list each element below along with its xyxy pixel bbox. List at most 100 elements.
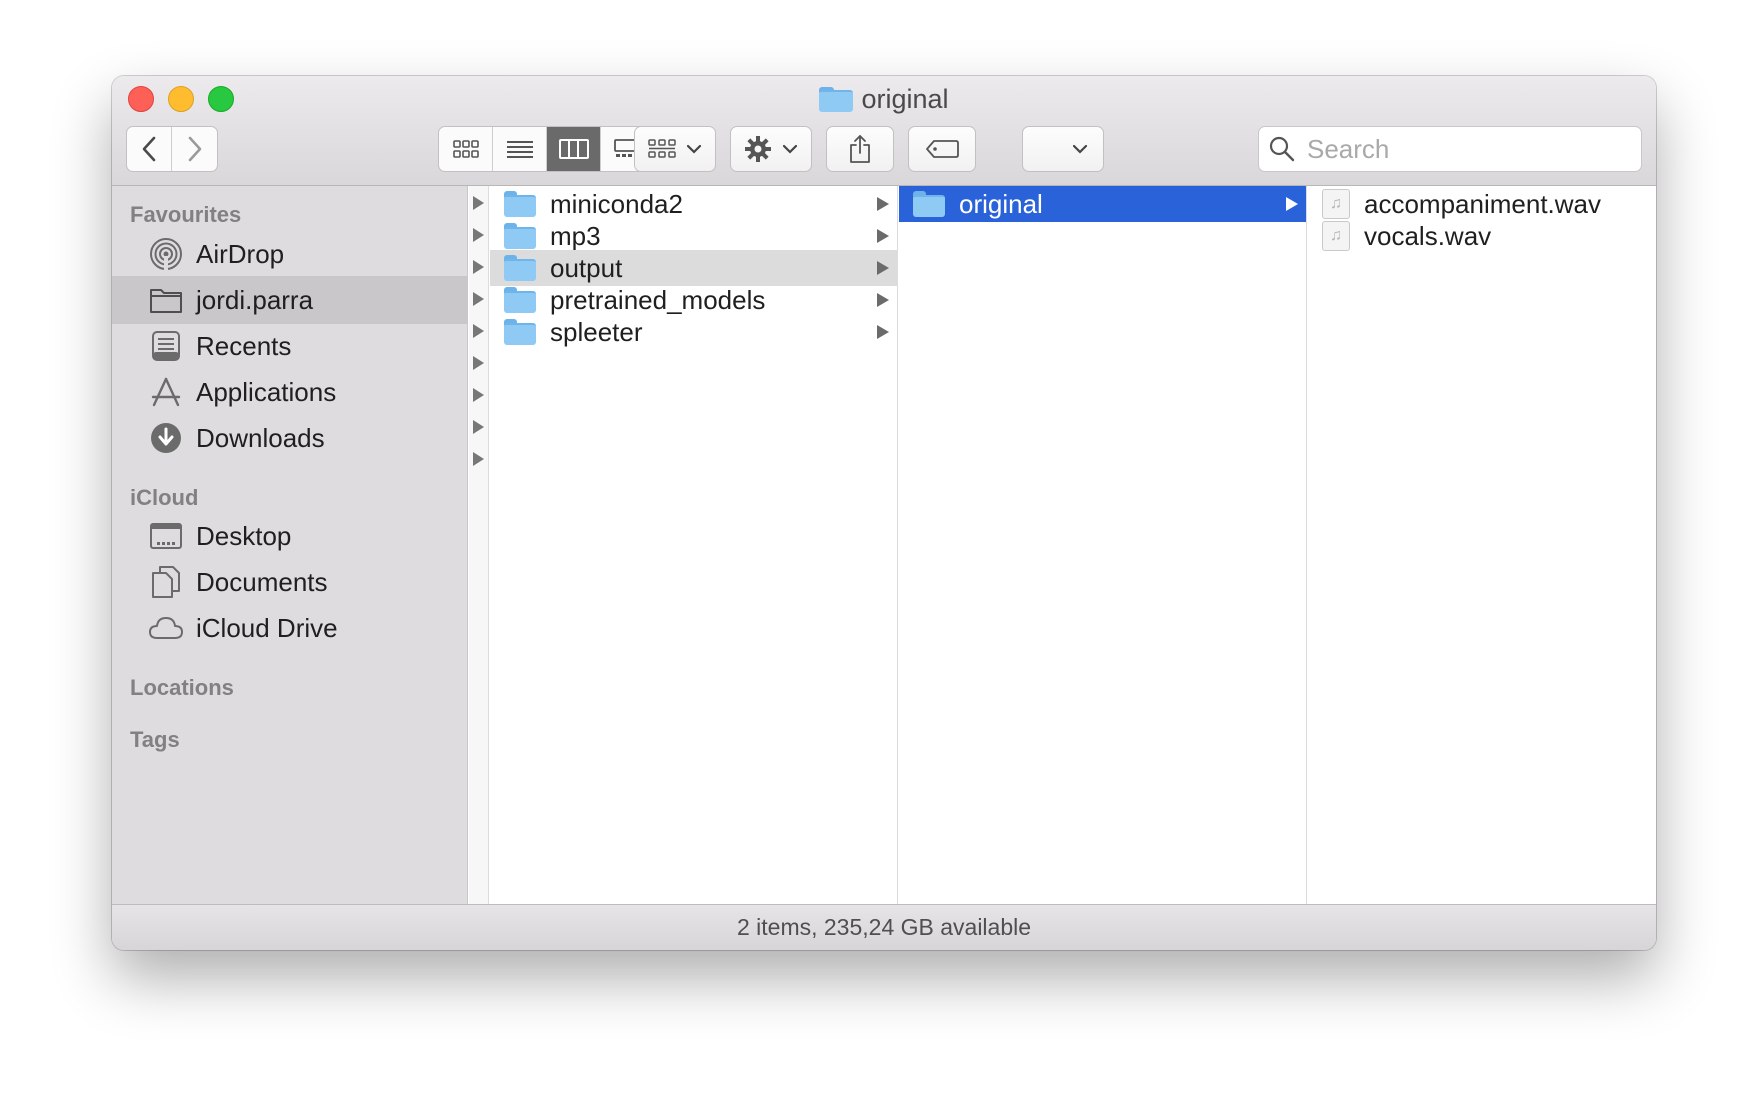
folder-icon: [819, 86, 854, 113]
chevron-down-icon: [782, 144, 798, 154]
disclosure-arrow-icon: [473, 452, 484, 466]
sidebar-item-icloud-drive[interactable]: iCloud Drive: [112, 604, 467, 652]
icon-view-icon: [452, 140, 479, 158]
search-field[interactable]: [1258, 126, 1642, 172]
group-by-button[interactable]: [634, 126, 716, 172]
disclosure-arrow-icon: [473, 324, 484, 338]
sidebar-item-applications[interactable]: Applications: [112, 368, 467, 416]
folder-icon: [504, 255, 536, 281]
sidebar-item-label: iCloud Drive: [196, 612, 338, 643]
disclosure-arrow-icon: [877, 325, 889, 339]
file-row-accompaniment[interactable]: ♫ accompaniment.wav: [1308, 186, 1656, 222]
sidebar-item-desktop[interactable]: Desktop: [112, 512, 467, 560]
chevron-down-icon: [686, 144, 702, 154]
disclosure-arrow-icon: [473, 356, 484, 370]
back-button[interactable]: [127, 127, 172, 171]
disclosure-arrow-icon: [473, 292, 484, 306]
sidebar-item-label: Applications: [196, 376, 337, 407]
chevron-left-icon: [142, 136, 156, 162]
column-view-button[interactable]: [547, 127, 601, 171]
sidebar-item-documents[interactable]: Documents: [112, 558, 467, 606]
sidebar-item-downloads[interactable]: Downloads: [112, 414, 467, 462]
chevron-down-icon: [1072, 144, 1088, 154]
share-icon: [850, 135, 870, 163]
action-button[interactable]: [730, 126, 812, 172]
folder-row-output[interactable]: output: [490, 250, 897, 286]
folder-row-pretrained-models[interactable]: pretrained_models: [490, 282, 897, 318]
folder-row-original[interactable]: original: [899, 186, 1306, 222]
folder-name: pretrained_models: [550, 284, 766, 315]
folder-icon: [504, 191, 536, 217]
disclosure-arrow-icon: [473, 420, 484, 434]
chevron-right-icon: [188, 136, 201, 162]
file-row-vocals[interactable]: ♫ vocals.wav: [1308, 218, 1656, 254]
disclosure-arrow-icon: [877, 197, 889, 211]
search-input[interactable]: [1307, 133, 1607, 165]
sidebar-item-label: jordi.parra: [196, 284, 314, 315]
disclosure-arrow-icon: [877, 293, 889, 307]
desktop-icon: [148, 518, 184, 554]
list-view-button[interactable]: [493, 127, 547, 171]
toolbar: original: [112, 76, 1656, 186]
share-button[interactable]: [826, 126, 894, 172]
folder-name: mp3: [550, 220, 601, 251]
column-3: ♫ accompaniment.wav ♫ vocals.wav: [1308, 186, 1656, 904]
gear-icon: [745, 136, 771, 162]
previous-column-strip[interactable]: [469, 186, 489, 904]
sidebar-item-recents[interactable]: Recents: [112, 322, 467, 370]
toolbar-dropdown[interactable]: [1022, 126, 1104, 172]
audio-file-icon: ♫: [1322, 221, 1350, 251]
folder-icon: [504, 319, 536, 345]
airdrop-icon: [148, 236, 184, 272]
folder-row-miniconda2[interactable]: miniconda2: [490, 186, 897, 222]
folder-icon: [504, 223, 536, 249]
folder-name: spleeter: [550, 316, 643, 347]
view-mode-control: [438, 126, 656, 172]
folder-row-mp3[interactable]: mp3: [490, 218, 897, 254]
window-title-text: original: [861, 84, 949, 114]
file-name: vocals.wav: [1364, 220, 1492, 251]
disclosure-arrow-icon: [877, 229, 889, 243]
documents-icon: [148, 564, 184, 600]
sidebar-section-locations[interactable]: Locations: [130, 675, 234, 701]
cloud-icon: [148, 610, 184, 646]
sidebar-section-favourites: Favourites: [130, 202, 242, 227]
forward-button[interactable]: [172, 127, 217, 171]
file-name: accompaniment.wav: [1364, 188, 1601, 219]
folder-name: output: [550, 252, 623, 283]
sidebar-section-icloud: iCloud: [130, 485, 199, 510]
sidebar-item-label: Desktop: [196, 520, 292, 551]
sidebar-item-label: Documents: [196, 566, 328, 597]
sidebar-item-label: AirDrop: [196, 238, 285, 269]
sidebar-item-home[interactable]: jordi.parra: [112, 276, 467, 324]
disclosure-arrow-icon: [1286, 197, 1298, 211]
window-title: original: [112, 84, 1656, 115]
finder-window: original Search Favourites AirDrop jordi…: [112, 76, 1656, 950]
folder-icon: [913, 191, 945, 217]
sidebar-item-label: Downloads: [196, 422, 325, 453]
downloads-icon: [148, 420, 184, 456]
recents-icon: [148, 328, 184, 364]
sidebar-item-label: Recents: [196, 330, 292, 361]
disclosure-arrow-icon: [473, 388, 484, 402]
sidebar: Favourites AirDrop jordi.parra Recents A…: [112, 186, 468, 904]
column-2: original: [899, 186, 1307, 904]
group-by-icon: [648, 139, 676, 158]
disclosure-arrow-icon: [877, 261, 889, 275]
folder-row-spleeter[interactable]: spleeter: [490, 314, 897, 350]
search-icon: [1269, 136, 1295, 162]
icon-view-button[interactable]: [439, 127, 493, 171]
audio-file-icon: ♫: [1322, 189, 1350, 219]
disclosure-arrow-icon: [473, 260, 484, 274]
applications-icon: [148, 374, 184, 410]
tag-button[interactable]: [908, 126, 976, 172]
column-view-icon: [558, 139, 589, 159]
status-text: 2 items, 235,24 GB available: [736, 914, 1032, 940]
status-bar: 2 items, 235,24 GB available: [112, 904, 1656, 950]
sidebar-section-tags[interactable]: Tags: [130, 727, 180, 753]
folder-name: miniconda2: [550, 188, 683, 219]
disclosure-arrow-icon: [473, 196, 484, 210]
folder-name: original: [959, 188, 1043, 219]
sidebar-item-airdrop[interactable]: AirDrop: [112, 230, 467, 278]
nav-buttons: [126, 126, 218, 172]
